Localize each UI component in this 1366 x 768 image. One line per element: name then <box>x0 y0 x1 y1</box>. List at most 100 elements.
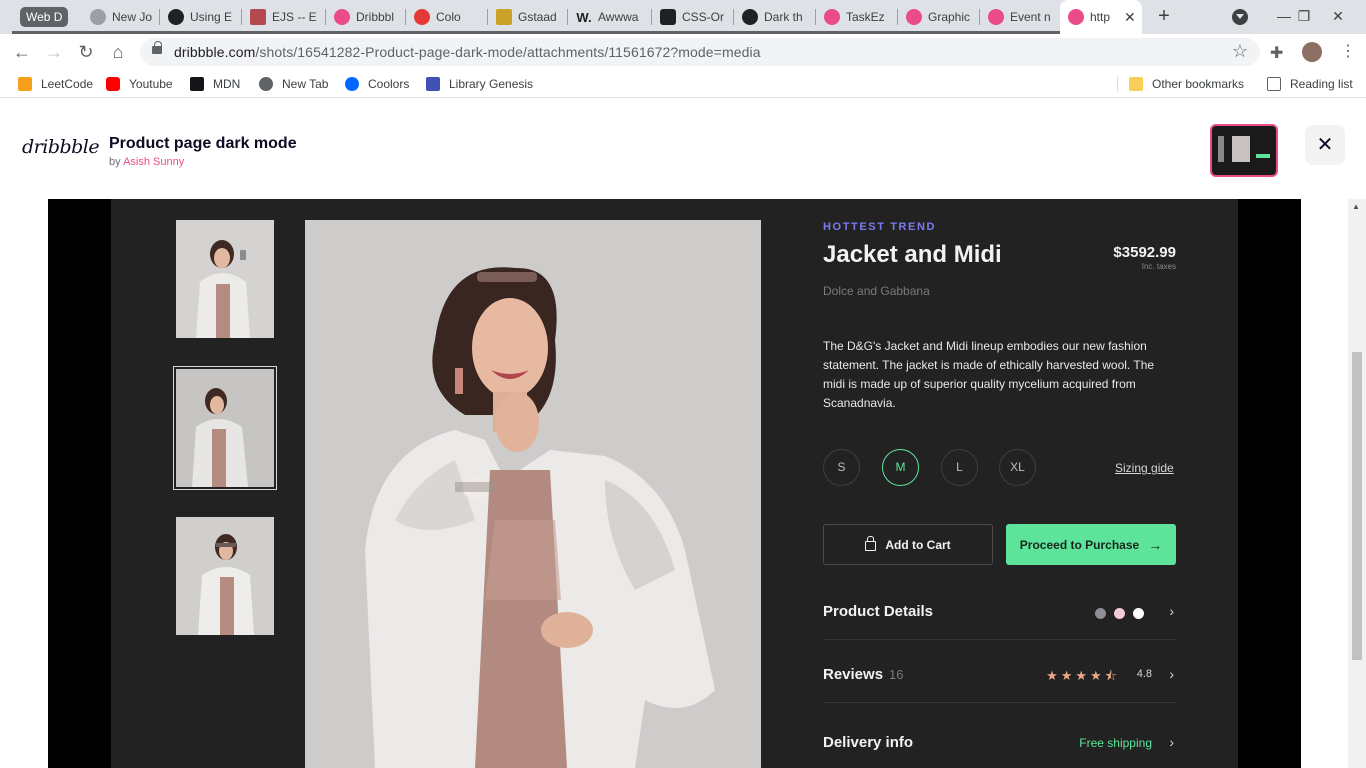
price-note: Inc. taxes <box>1141 262 1176 271</box>
tab[interactable]: W. Awwwa <box>568 0 652 34</box>
thumbnail-preview-button <box>1256 154 1270 158</box>
product-brand: Dolce and Gabbana <box>823 284 930 298</box>
ejs-icon <box>250 9 266 25</box>
product-description: The D&G's Jacket and Midi lineup embodie… <box>823 339 1155 410</box>
scrollbar-thumb[interactable] <box>1352 352 1362 660</box>
size-option-xl[interactable]: XL <box>999 449 1036 486</box>
bookmarks-divider <box>1117 76 1118 92</box>
size-option-m[interactable]: M <box>882 449 919 486</box>
product-thumbnail[interactable] <box>176 220 274 338</box>
codepen-icon <box>660 9 676 25</box>
star-rating-icon: ★★★★⯪ <box>1046 668 1120 683</box>
bookmark-youtube[interactable]: Youtube <box>106 76 173 92</box>
browser-toolbar: ← → ↻ ⌂ dribbble.com/shots/16541282-Prod… <box>0 34 1366 70</box>
tab[interactable]: Using E <box>160 0 242 34</box>
dribbble-logo[interactable]: dribbble <box>22 136 100 158</box>
product-thumbnail[interactable] <box>176 517 274 635</box>
close-tab-icon[interactable]: ✕ <box>1124 9 1136 26</box>
add-to-cart-button[interactable]: Add to Cart <box>823 524 993 565</box>
thumbnail-preview-strip <box>1218 136 1224 162</box>
product-thumbnail[interactable] <box>176 369 274 487</box>
bookmarks-bar: LeetCode Youtube MDN New Tab Coolors Lib… <box>0 70 1366 98</box>
gstaad-icon <box>496 9 512 25</box>
avatar[interactable] <box>1302 42 1322 62</box>
chevron-right-icon: › <box>1169 603 1174 619</box>
product-title: Jacket and Midi <box>823 241 1002 268</box>
globe-icon <box>259 77 273 91</box>
shot-viewer: HOTTEST TREND Jacket and Midi $3592.99 I… <box>48 199 1301 768</box>
tab[interactable]: Event n <box>980 0 1060 34</box>
new-tab-button[interactable]: + <box>1153 6 1175 28</box>
color-swatch[interactable] <box>1133 608 1144 619</box>
author-link[interactable]: Asish Sunny <box>123 156 184 168</box>
proceed-to-purchase-button[interactable]: Proceed to Purchase → <box>1006 524 1176 565</box>
lock-icon <box>152 41 162 54</box>
reviews-row[interactable]: Reviews 16 ★★★★⯪ 4.8 › <box>823 666 1176 686</box>
attachment-thumbnail[interactable] <box>1210 124 1278 177</box>
delivery-row[interactable]: Delivery info Free shipping › <box>823 734 1176 754</box>
tab-strip: Web D New Jo Using E EJS -- E Dribbbl Co… <box>0 0 1366 34</box>
extensions-icon[interactable]: ✚ <box>1270 43 1283 63</box>
shot-byline: by Asish Sunny <box>109 156 185 168</box>
close-button[interactable]: ✕ <box>1305 125 1345 165</box>
product-page-design: HOTTEST TREND Jacket and Midi $3592.99 I… <box>111 199 1238 768</box>
model-photo-icon <box>176 369 274 487</box>
forward-icon[interactable]: → <box>42 40 66 64</box>
shot-header: dribbble Product page dark mode by Asish… <box>0 99 1366 199</box>
coolors-icon <box>345 77 359 91</box>
tab[interactable]: Dribbbl <box>326 0 406 34</box>
color-swatch[interactable] <box>1095 608 1106 619</box>
lock-bag-icon <box>865 535 877 551</box>
awwwards-icon: W. <box>576 9 592 25</box>
close-window-button[interactable]: ✕ <box>1318 0 1358 34</box>
model-photo-icon <box>176 220 274 338</box>
library-icon <box>426 77 440 91</box>
reading-list[interactable]: Reading list <box>1267 76 1353 92</box>
url-text[interactable]: dribbble.com/shots/16541282-Product-page… <box>174 44 761 60</box>
other-bookmarks[interactable]: Other bookmarks <box>1129 76 1244 92</box>
bookmark-library-genesis[interactable]: Library Genesis <box>426 76 533 92</box>
thumbnail-preview-photo <box>1232 136 1250 162</box>
bookmark-new-tab[interactable]: New Tab <box>259 76 328 92</box>
reload-icon[interactable]: ↻ <box>74 40 98 64</box>
tab[interactable]: Colo <box>406 0 488 34</box>
tab-active[interactable]: http ✕ <box>1060 0 1142 34</box>
delivery-value: Free shipping <box>1079 736 1152 750</box>
bookmark-mdn[interactable]: MDN <box>190 76 240 92</box>
tab[interactable]: New Jo <box>82 0 160 34</box>
sizing-guide-link[interactable]: Sizing gide <box>1115 461 1174 475</box>
tab-group-chip[interactable]: Web D <box>20 7 69 27</box>
back-icon[interactable]: ← <box>10 40 34 64</box>
size-option-s[interactable]: S <box>823 449 860 486</box>
product-details-row[interactable]: Product Details › <box>823 603 1176 623</box>
scroll-up-arrow-icon[interactable]: ▲ <box>1352 202 1360 211</box>
tab[interactable]: Dark th <box>734 0 816 34</box>
reviews-label: Reviews 16 <box>823 666 904 683</box>
bookmark-leetcode[interactable]: LeetCode <box>18 76 93 92</box>
home-icon[interactable]: ⌂ <box>106 40 130 64</box>
tab[interactable]: Graphic <box>898 0 980 34</box>
chevron-right-icon: › <box>1169 666 1174 682</box>
delivery-label: Delivery info <box>823 734 914 751</box>
youtube-icon <box>106 77 120 91</box>
dark-theme-icon <box>742 9 758 25</box>
model-photo-icon <box>305 220 761 768</box>
product-details-label: Product Details <box>823 603 934 620</box>
bookmark-star-icon[interactable]: ☆ <box>1232 41 1248 62</box>
tab[interactable]: Gstaad <box>488 0 568 34</box>
kebab-menu-icon[interactable]: ⋮ <box>1340 41 1356 61</box>
tab[interactable]: EJS -- E <box>242 0 326 34</box>
tab[interactable]: TaskEz <box>816 0 898 34</box>
dribbble-icon <box>334 9 350 25</box>
bookmark-coolors[interactable]: Coolors <box>345 76 409 92</box>
tab-search-icon[interactable] <box>1232 9 1248 25</box>
color-swatch[interactable] <box>1114 608 1125 619</box>
tab[interactable]: CSS-Or <box>652 0 734 34</box>
model-photo-icon <box>176 517 274 635</box>
divider <box>823 639 1176 640</box>
size-option-l[interactable]: L <box>941 449 978 486</box>
mdn-icon <box>190 77 204 91</box>
product-main-image <box>305 220 761 768</box>
address-bar[interactable]: dribbble.com/shots/16541282-Product-page… <box>140 38 1260 66</box>
globe-icon <box>90 9 106 25</box>
